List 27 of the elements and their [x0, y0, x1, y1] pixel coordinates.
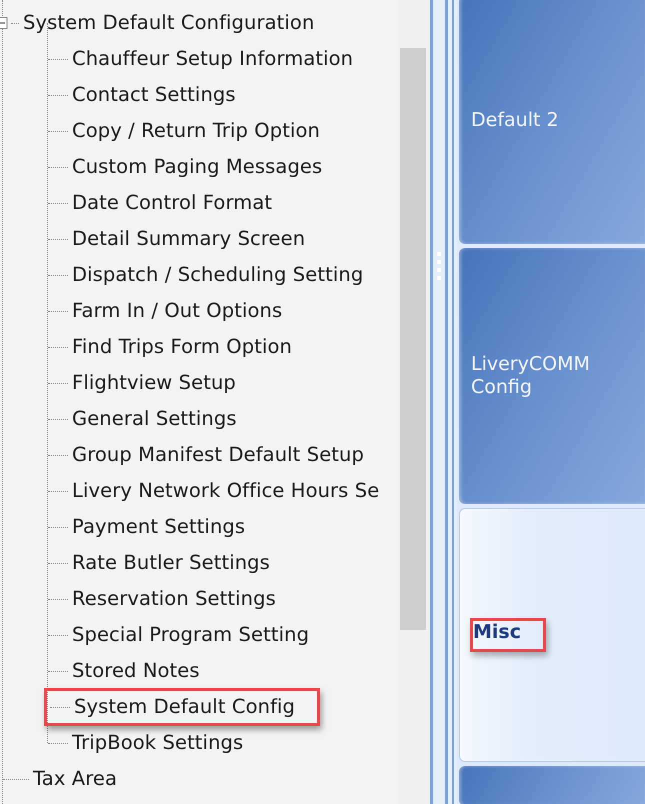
tree-item[interactable]: Tax Area — [33, 764, 118, 794]
tree-item[interactable]: Copy / Return Trip Option — [72, 116, 320, 146]
scrollbar-thumb[interactable] — [400, 48, 426, 630]
highlight-frame: Misc — [470, 618, 546, 652]
tree-item[interactable]: Livery Network Office Hours Se — [72, 476, 380, 506]
tree-item[interactable]: General Settings — [72, 404, 237, 434]
tree-item[interactable]: Date Control Format — [72, 188, 272, 218]
tree-item[interactable]: Contact Settings — [72, 80, 236, 110]
tree-item[interactable]: Special Program Setting — [72, 620, 310, 650]
tree-item[interactable]: Stored Notes — [72, 656, 200, 686]
tree-item[interactable]: Dispatch / Scheduling Setting — [72, 260, 364, 290]
tree-item[interactable]: Reservation Settings — [72, 584, 276, 614]
tree-item[interactable]: System Default Configuration — [23, 8, 314, 38]
tree-item[interactable]: Detail Summary Screen — [72, 224, 306, 254]
tree-item[interactable]: Flightview Setup — [72, 368, 236, 398]
tree-item[interactable]: Farm In / Out Options — [72, 296, 282, 326]
nav-tile[interactable]: Misc — [459, 508, 645, 762]
collapse-icon[interactable] — [0, 17, 9, 29]
tree-item[interactable]: Rate Butler Settings — [72, 548, 270, 578]
tree-item[interactable]: System Default Config — [74, 692, 296, 722]
nav-tile[interactable] — [459, 766, 645, 804]
tree-item[interactable]: Chauffeur Setup Information — [72, 44, 354, 74]
tree-item[interactable]: Find Trips Form Option — [72, 332, 292, 362]
tree-item[interactable]: Custom Paging Messages — [72, 152, 322, 182]
tree-item[interactable]: Payment Settings — [72, 512, 246, 542]
tree-item[interactable]: TripBook Settings — [72, 728, 244, 758]
tree-item[interactable]: Group Manifest Default Setup — [72, 440, 364, 470]
